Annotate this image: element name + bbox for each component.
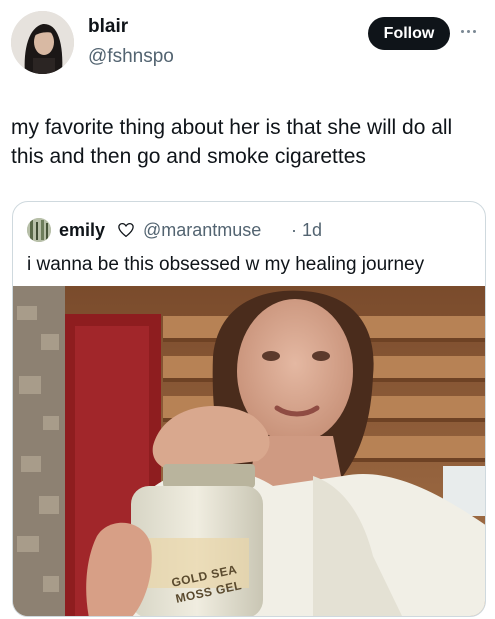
quoted-author-avatar[interactable] [27,218,51,242]
author-name[interactable]: blair [88,16,128,38]
more-dot [473,29,476,33]
quoted-author-name[interactable]: emily [59,220,105,241]
more-dot [467,29,470,33]
quoted-timestamp[interactable]: 1d [302,220,322,241]
separator-dot: · [291,220,297,240]
author-avatar[interactable] [11,11,74,74]
author-handle[interactable]: @fshnspo [88,46,174,68]
tweet-text: my favorite thing about her is that she … [11,116,453,168]
heart-icon [118,222,134,238]
more-horizontal-icon[interactable] [461,26,485,36]
quoted-author-handle[interactable]: @marantmuse [143,220,261,241]
quoted-tweet[interactable]: emily @marantmuse · 1d i wanna be this o… [12,201,486,617]
more-dot [461,29,464,33]
follow-button[interactable]: Follow [368,17,450,50]
quoted-media[interactable]: GOLD SEA MOSS GEL [13,286,485,616]
quoted-text: i wanna be this obsessed w my healing jo… [27,254,425,275]
